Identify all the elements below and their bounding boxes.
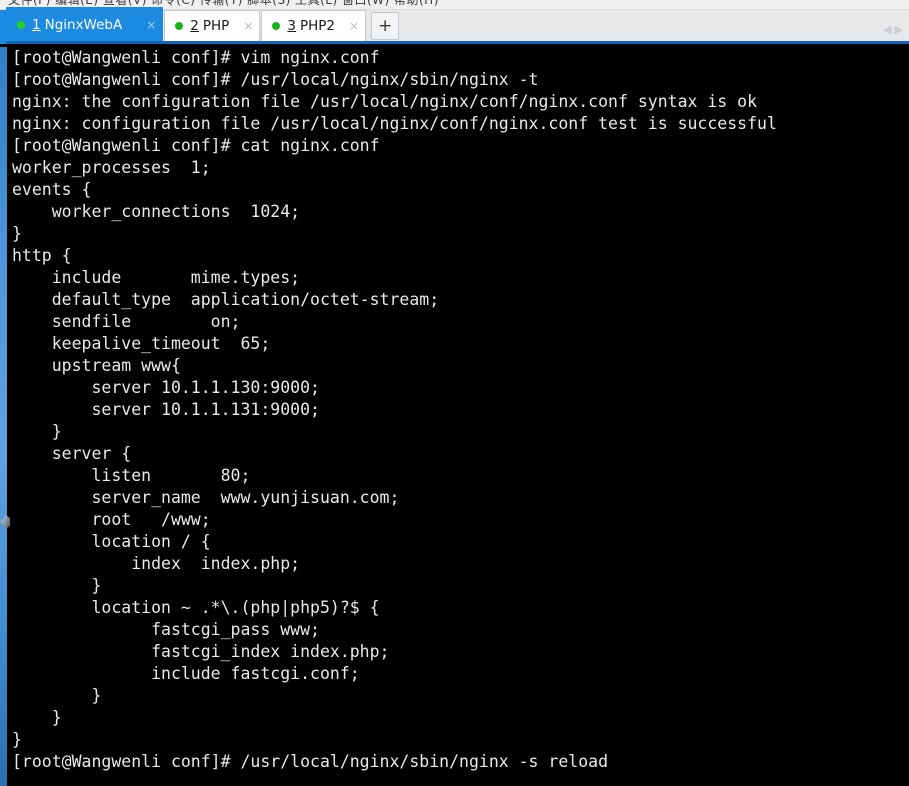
terminal-line: nginx: configuration file /usr/local/ngi… [12, 114, 777, 133]
terminal-line: [root@Wangwenli conf]# /usr/local/nginx/… [12, 752, 609, 771]
scroll-left-icon[interactable]: ◀ [883, 24, 891, 35]
tab-index: 2 [190, 18, 199, 34]
terminal-line: worker_connections 1024; [12, 202, 301, 221]
terminal-line: fastcgi_pass www; [12, 620, 320, 639]
terminal-line: [root@Wangwenli conf]# /usr/local/nginx/… [12, 70, 539, 89]
terminal-line: [root@Wangwenli conf]# cat nginx.conf [12, 136, 380, 155]
tab-scroll-controls: ◀ ▶ [883, 24, 903, 35]
close-icon[interactable]: × [243, 20, 253, 32]
terminal-line: worker_processes 1; [12, 158, 211, 177]
terminal-line: nginx: the configuration file /usr/local… [12, 92, 758, 111]
terminal-line: } [12, 708, 62, 727]
connection-status-dot-icon [272, 22, 281, 30]
terminal-line: } [12, 422, 62, 441]
close-icon[interactable]: × [349, 20, 359, 32]
terminal-left-rail [0, 47, 10, 786]
terminal-line: root /www; [12, 510, 211, 529]
terminal-line: http { [12, 246, 72, 265]
terminal-line: sendfile on; [12, 312, 241, 331]
terminal-output-pane[interactable]: [root@Wangwenli conf]# vim nginx.conf [ro… [0, 47, 909, 786]
tab-label: PHP [202, 18, 230, 34]
terminal-line: listen 80; [12, 466, 251, 485]
tab-index: 1 [32, 16, 41, 33]
connection-status-dot-icon [175, 22, 184, 30]
terminal-line: keepalive_timeout 65; [12, 334, 271, 353]
terminal-line: } [12, 686, 102, 705]
tab-nginxweba[interactable]: 1 NginxWebA × [6, 7, 164, 41]
terminal-line: server 10.1.1.131:9000; [12, 400, 320, 419]
terminal-line: include fastcgi.conf; [12, 664, 360, 683]
terminal-line: [root@Wangwenli conf]# vim nginx.conf [12, 48, 380, 67]
terminal-line: } [12, 576, 102, 595]
terminal-line: location ~ .*\.(php|php5)?$ { [12, 598, 380, 617]
terminal-line: } [12, 730, 22, 749]
tab-php2[interactable]: 3 PHP2 × [261, 10, 367, 41]
scroll-right-icon[interactable]: ▶ [895, 24, 903, 35]
terminal-text: [root@Wangwenli conf]# vim nginx.conf [ro… [12, 47, 909, 773]
connection-status-dot-icon [17, 20, 25, 29]
terminal-line: } [12, 224, 22, 243]
terminal-line: location / { [12, 532, 211, 551]
terminal-line: default_type application/octet-stream; [12, 290, 440, 309]
tab-label: NginxWebA [44, 16, 123, 33]
new-tab-button[interactable]: + [371, 12, 400, 40]
terminal-line: server 10.1.1.130:9000; [12, 378, 320, 397]
tab-bar: 1 NginxWebA × 2 PHP × 3 PHP2 × + ◀ ▶ [0, 7, 909, 44]
close-icon[interactable]: × [146, 19, 156, 31]
rail-marker-icon [0, 515, 10, 529]
terminal-line: events { [12, 180, 92, 199]
terminal-line: index index.php; [12, 554, 301, 573]
terminal-line: include mime.types; [12, 268, 301, 287]
terminal-window: 文件(F) 编辑(E) 查看(V) 命令(C) 传输(T) 脚本(S) 工具(L… [0, 0, 909, 786]
tab-php[interactable]: 2 PHP × [164, 10, 261, 41]
tab-label: PHP2 [299, 18, 336, 34]
terminal-line: upstream www{ [12, 356, 181, 375]
terminal-line: server { [12, 444, 132, 463]
terminal-line: fastcgi_index index.php; [12, 642, 390, 661]
tab-index: 3 [287, 18, 296, 34]
terminal-line: server_name www.yunjisuan.com; [12, 488, 400, 507]
